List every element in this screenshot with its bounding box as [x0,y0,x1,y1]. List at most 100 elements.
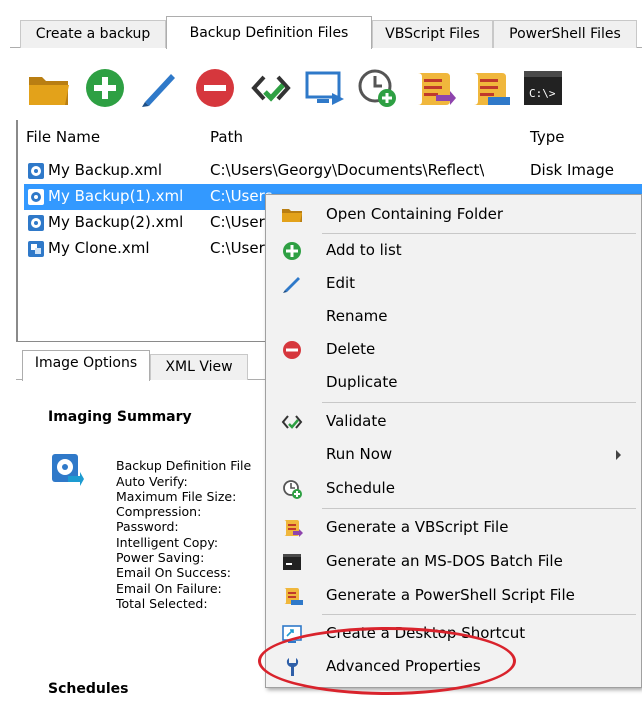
clone-file-icon [28,241,44,257]
menu-item-edit[interactable]: Edit [268,268,641,300]
menu-separator [322,233,636,234]
summary-item: Auto Verify: [116,474,188,489]
imaging-summary-title: Imaging Summary [48,409,192,425]
edit-button[interactable] [136,65,182,111]
summary-item: Compression: [116,504,202,519]
delete-button[interactable] [192,65,238,111]
context-menu: Open Containing Folder Add to list Edit … [265,194,642,688]
clock-add-icon [281,478,303,500]
column-header-file-name[interactable]: File Name [26,128,100,146]
tab-image-options[interactable]: Image Options [22,350,150,381]
menu-item-label: Advanced Properties [326,657,481,675]
validate-icon [281,411,303,433]
summary-item: Backup Definition File [116,458,252,473]
file-name: My Backup(2).xml [48,213,184,231]
script-icon [418,73,456,105]
backup-file-icon [28,189,44,205]
schedules-title: Schedules [48,681,129,697]
menu-item-label: Generate a PowerShell Script File [326,586,575,604]
menu-item-label: Add to list [326,241,402,259]
validate-icon [251,75,291,102]
backup-file-icon [28,215,44,231]
menu-separator [322,508,636,509]
cmd-icon [281,551,303,573]
folder-icon [29,77,69,105]
menu-separator [322,614,636,615]
vbscript-button[interactable] [410,65,456,111]
minus-circle-icon [196,69,234,107]
menu-item-label: Rename [326,307,388,325]
summary-item: Intelligent Copy: [116,535,219,550]
pencil-icon [281,273,303,295]
clock-add-icon [358,69,396,107]
script-icon [281,517,303,539]
menu-item-generate-powershell[interactable]: Generate a PowerShell Script File [268,580,641,612]
msdos-button[interactable]: C:\> [520,65,566,111]
powershell-button[interactable] [466,65,512,111]
summary-item: Email On Failure: [116,581,222,596]
validate-button[interactable] [248,65,294,111]
add-button[interactable] [82,65,128,111]
folder-icon [281,204,303,226]
column-header-type[interactable]: Type [530,128,564,146]
tab-vbscript-files[interactable]: VBScript Files [372,20,493,48]
list-item[interactable]: My Backup.xml C:\Users\Georgy\Documents\… [24,158,642,184]
menu-item-label: Generate an MS-DOS Batch File [326,552,563,570]
plus-circle-icon [86,69,124,107]
menu-item-label: Open Containing Folder [326,205,504,223]
pencil-icon [142,74,175,107]
tab-backup-definition-files[interactable]: Backup Definition Files [166,16,372,49]
toolbar: C:\> [16,57,642,119]
backup-file-icon [28,163,44,179]
menu-item-advanced-properties[interactable]: Advanced Properties [268,651,641,683]
file-name: My Clone.xml [48,239,150,257]
menu-item-label: Validate [326,412,387,430]
menu-item-label: Delete [326,340,376,358]
menu-item-open-containing-folder[interactable]: Open Containing Folder [268,199,641,231]
menu-item-generate-msdos-batch[interactable]: Generate an MS-DOS Batch File [268,546,641,578]
schedule-button[interactable] [354,65,400,111]
menu-item-run-now[interactable]: Run Now [268,439,641,471]
disk-image-icon [52,454,84,486]
shortcut-icon [281,623,303,645]
column-header-path[interactable]: Path [210,128,243,146]
cmd-icon: C:\> [524,71,562,105]
menu-item-duplicate[interactable]: Duplicate [268,367,641,399]
menu-item-label: Edit [326,274,356,292]
menu-item-validate[interactable]: Validate [268,406,641,438]
powershell-script-icon [281,585,303,607]
tab-powershell-files[interactable]: PowerShell Files [493,20,637,48]
menu-item-create-desktop-shortcut[interactable]: Create a Desktop Shortcut [268,618,641,650]
summary-item: Password: [116,519,179,534]
menu-item-label: Duplicate [326,373,398,391]
menu-separator [322,402,636,403]
plus-circle-icon [281,240,303,262]
summary-item: Power Saving: [116,550,205,565]
run-now-button[interactable] [302,65,348,111]
menu-item-generate-vbscript[interactable]: Generate a VBScript File [268,512,641,544]
open-folder-button[interactable] [26,65,72,111]
file-path: C:\Users [210,213,273,231]
menu-item-label: Schedule [326,479,395,497]
file-path: C:\Users\Georgy\Documents\Reflect\ [210,161,485,179]
file-name: My Backup.xml [48,161,162,179]
tab-create-backup[interactable]: Create a backup [20,20,166,48]
minus-circle-icon [281,339,303,361]
menu-item-label: Create a Desktop Shortcut [326,624,526,642]
summary-item: Email On Success: [116,565,231,580]
powershell-script-icon [474,73,510,105]
monitor-run-icon [305,71,344,105]
tab-xml-view[interactable]: XML View [150,354,248,380]
menu-item-label: Run Now [326,445,393,463]
cmd-label: C:\> [529,87,556,100]
file-name: My Backup(1).xml [48,187,184,205]
menu-item-schedule[interactable]: Schedule [268,473,641,505]
menu-item-label: Generate a VBScript File [326,518,509,536]
file-type: Disk Image [530,161,614,179]
summary-item: Maximum File Size: [116,489,237,504]
menu-item-delete[interactable]: Delete [268,334,641,366]
menu-item-rename[interactable]: Rename [268,301,641,333]
menu-item-add-to-list[interactable]: Add to list [268,235,641,267]
submenu-arrow-icon [616,450,621,460]
file-path: C:\Users [210,239,273,257]
